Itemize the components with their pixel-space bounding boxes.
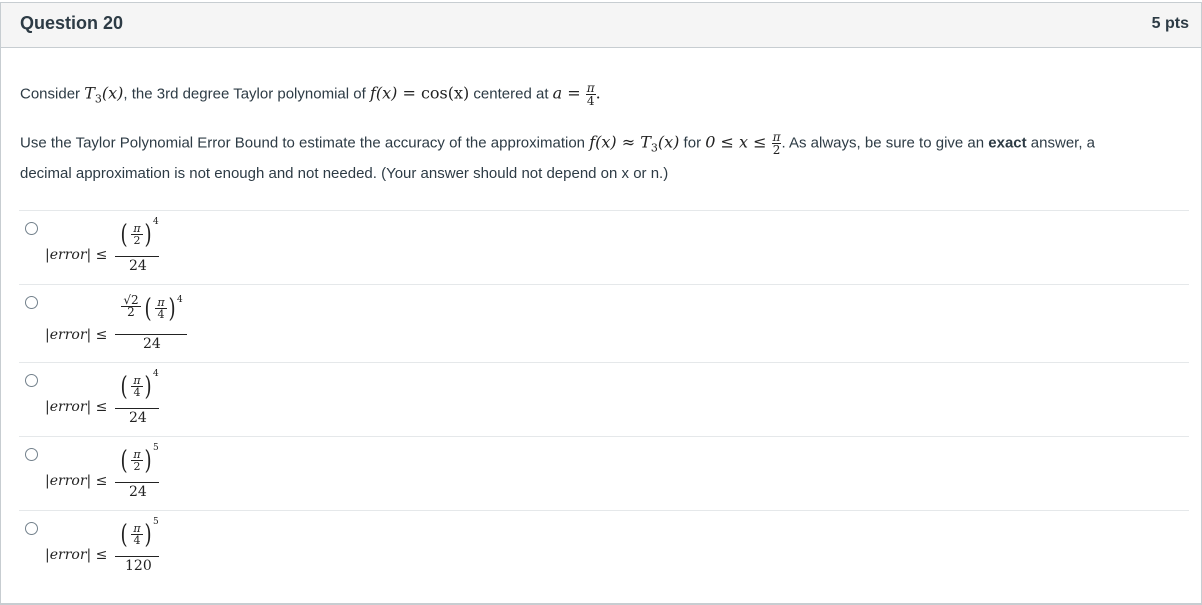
prompt-text: Use the Taylor Polynomial Error Bound to… — [20, 134, 590, 152]
inner-fraction: π2 — [131, 223, 143, 246]
math-a: a = — [552, 83, 586, 103]
math-cos: cos(x) — [420, 83, 470, 103]
prompt-line-2: Use the Taylor Polynomial Error Bound to… — [20, 130, 1096, 157]
math-sub: 3 — [94, 92, 102, 106]
exponent: 4 — [153, 369, 159, 379]
exponent: 4 — [177, 295, 183, 305]
error-label: |error| ≤ — [45, 399, 108, 415]
exponent: 4 — [153, 217, 159, 227]
error-label: |error| ≤ — [45, 327, 108, 343]
question-title: Question 20 — [20, 13, 124, 33]
answer-option-3[interactable]: |error| ≤ ( π4 ) 4 24 — [19, 363, 1189, 436]
prompt-text: Consider — [20, 85, 85, 103]
exponent: 5 — [153, 443, 159, 453]
radio-button[interactable] — [25, 522, 38, 535]
denominator: 24 — [129, 484, 147, 500]
inner-fraction: π4 — [155, 297, 167, 320]
fraction-pi-over-4: π4 — [585, 81, 596, 108]
denominator: 24 — [129, 258, 147, 274]
radio-button[interactable] — [25, 448, 38, 461]
inner-fraction: π4 — [131, 375, 143, 398]
prompt-line-1: Consider T3(x), the 3rd degree Taylor po… — [20, 81, 601, 108]
radio-button[interactable] — [25, 222, 38, 235]
radio-button[interactable] — [25, 374, 38, 387]
prompt-text: centered at — [469, 85, 553, 103]
answer-option-5[interactable]: |error| ≤ ( π4 ) 5 120 — [19, 511, 1189, 584]
inner-fraction: π2 — [131, 449, 143, 472]
denominator: 24 — [129, 410, 147, 426]
error-label: |error| ≤ — [45, 247, 108, 263]
error-label: |error| ≤ — [45, 473, 108, 489]
denominator: 120 — [125, 558, 152, 574]
emphasis-exact: exact — [988, 134, 1027, 152]
answer-option-1[interactable]: |error| ≤ ( π2 ) 4 24 — [19, 211, 1189, 284]
sqrt2-over-2: √2 2 — [121, 294, 141, 318]
inner-fraction: π4 — [131, 523, 143, 546]
prompt-line-3: decimal approximation is not enough and … — [20, 165, 669, 182]
denominator: 24 — [143, 336, 161, 352]
math-approx: f(x) ≈ T — [589, 132, 651, 152]
math-inequality: 0 ≤ x ≤ — [705, 132, 772, 152]
prompt-text: , the 3rd degree Taylor polynomial of — [123, 85, 370, 103]
answer-option-2[interactable]: |error| ≤ √2 2 ( π4 ) 4 24 — [19, 285, 1189, 362]
question-header: Question 20 5 pts — [1, 3, 1201, 48]
math-x: (x) — [101, 83, 124, 103]
answer-option-4[interactable]: |error| ≤ ( π2 ) 5 24 — [19, 437, 1189, 510]
error-label: |error| ≤ — [45, 547, 108, 563]
fraction-pi-over-2: π2 — [771, 130, 782, 157]
math-f: f(x) = — [369, 83, 421, 103]
math-T: T — [84, 83, 95, 103]
radio-button[interactable] — [25, 296, 38, 309]
question-points: 5 pts — [1151, 15, 1189, 32]
exponent: 5 — [153, 517, 159, 527]
